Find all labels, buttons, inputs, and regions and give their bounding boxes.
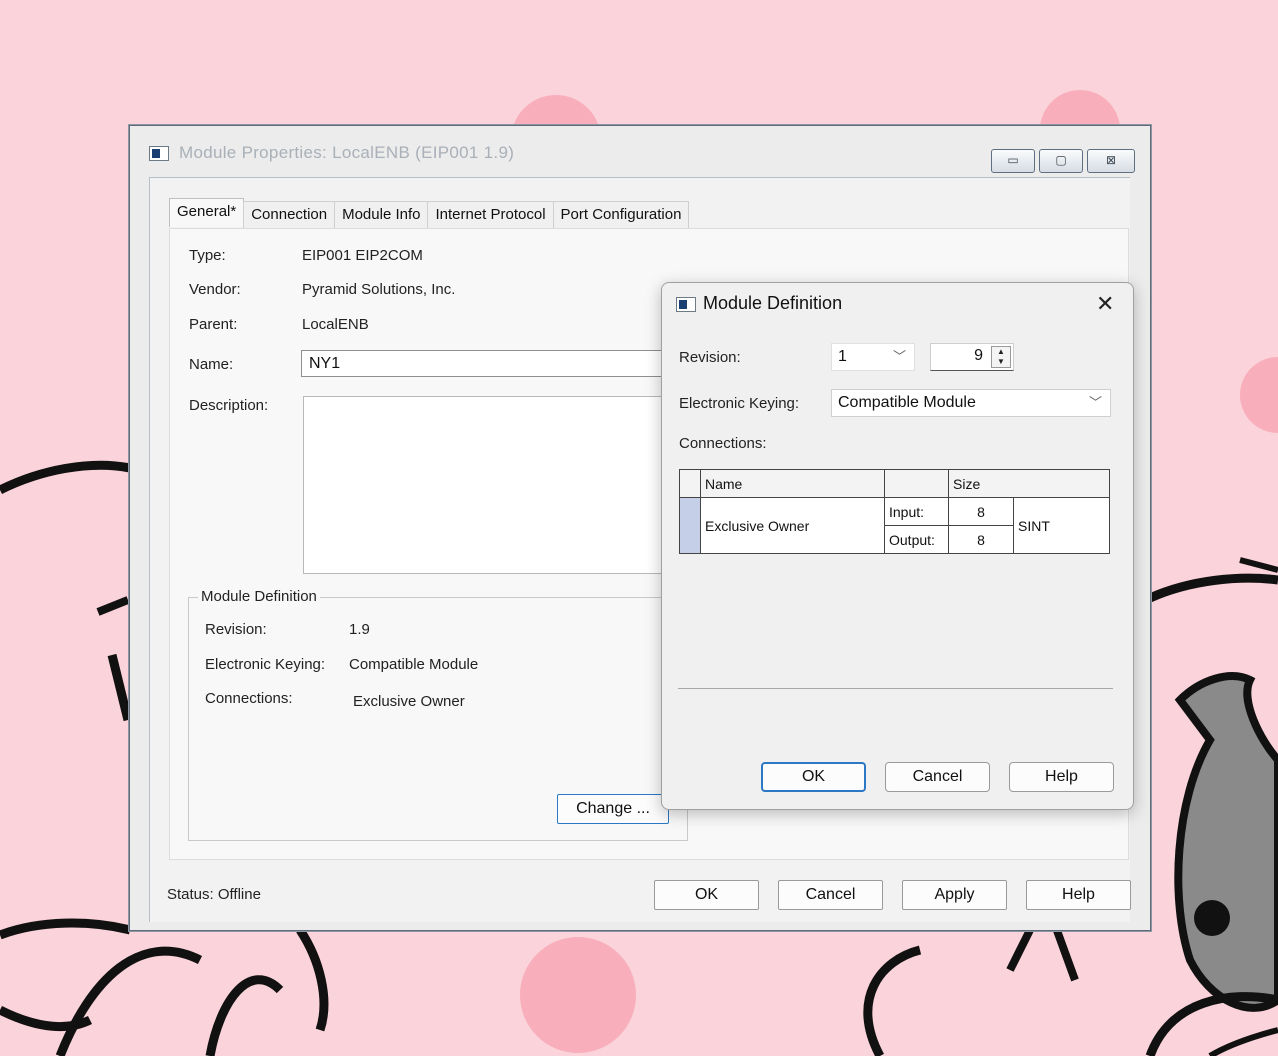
close-window-button[interactable]: ⊠: [1087, 149, 1135, 173]
cancel-button[interactable]: Cancel: [778, 880, 883, 910]
column-header-name: Name: [700, 469, 885, 498]
apply-button[interactable]: Apply: [902, 880, 1007, 910]
input-label-cell: Input:: [884, 497, 949, 526]
maximize-button[interactable]: ▢: [1039, 149, 1083, 173]
tab-internet-protocol[interactable]: Internet Protocol: [427, 201, 554, 228]
revision-minor-value: 9: [974, 347, 983, 364]
md-keying-label: Electronic Keying:: [205, 656, 326, 673]
output-label-cell: Output:: [884, 525, 949, 554]
dialog-keying-label: Electronic Keying:: [679, 395, 800, 412]
md-revision-label: Revision:: [205, 621, 267, 638]
vendor-value: Pyramid Solutions, Inc.: [302, 281, 456, 298]
chevron-down-icon: ﹀: [892, 349, 906, 364]
change-button[interactable]: Change ...: [557, 794, 669, 824]
revision-minor-spinner[interactable]: 9 ▲ ▼: [930, 343, 1014, 371]
dialog-separator: [678, 688, 1113, 689]
dialog-close-icon[interactable]: ✕: [1096, 291, 1114, 317]
help-button[interactable]: Help: [1026, 880, 1131, 910]
chevron-down-icon: ﹀: [1088, 395, 1102, 410]
data-type-cell[interactable]: SINT: [1013, 497, 1110, 554]
spinner-buttons[interactable]: ▲ ▼: [991, 346, 1011, 368]
tab-module-info[interactable]: Module Info: [334, 201, 429, 228]
md-revision-value: 1.9: [349, 621, 370, 638]
type-value: EIP001 EIP2COM: [302, 247, 423, 264]
column-header-size: Size: [948, 469, 1110, 498]
window-app-icon: [149, 146, 169, 161]
dialog-app-icon: [676, 297, 696, 312]
spin-up-icon[interactable]: ▲: [992, 347, 1010, 357]
output-size-cell[interactable]: 8: [948, 525, 1014, 554]
tab-strip: General* Connection Module Info Internet…: [169, 198, 690, 229]
connection-name-cell[interactable]: Exclusive Owner: [700, 497, 885, 554]
md-keying-value: Compatible Module: [349, 656, 479, 673]
spin-down-icon[interactable]: ▼: [992, 357, 1010, 367]
dialog-ok-button[interactable]: OK: [761, 762, 866, 792]
revision-major-value: 1: [838, 348, 847, 365]
status-text: Status: Offline: [167, 886, 261, 903]
dialog-title: Module Definition: [703, 293, 843, 313]
vendor-label: Vendor:: [189, 281, 241, 298]
tab-port-configuration[interactable]: Port Configuration: [552, 201, 690, 228]
parent-label: Parent:: [189, 316, 238, 333]
tab-general[interactable]: General*: [169, 198, 245, 227]
ok-button[interactable]: OK: [654, 880, 759, 910]
keying-value: Compatible Module: [838, 394, 976, 411]
md-connections-value: Exclusive Owner: [353, 693, 465, 710]
input-size-cell[interactable]: 8: [948, 497, 1014, 526]
dialog-help-button[interactable]: Help: [1009, 762, 1114, 792]
module-definition-dialog: Module Definition ✕ Revision: 1 ﹀ 9 ▲ ▼ …: [661, 282, 1134, 810]
description-label: Description:: [189, 397, 269, 414]
parent-value: LocalENB: [302, 316, 369, 333]
type-label: Type:: [189, 247, 226, 264]
name-label: Name:: [189, 356, 234, 373]
electronic-keying-dropdown[interactable]: Compatible Module ﹀: [831, 389, 1111, 417]
module-definition-group-title: Module Definition: [198, 588, 320, 605]
column-header-blank: [884, 469, 949, 498]
minimize-button[interactable]: ▭: [991, 149, 1035, 173]
row-header-corner: [679, 469, 701, 498]
revision-major-dropdown[interactable]: 1 ﹀: [831, 343, 915, 371]
dialog-connections-label: Connections:: [679, 435, 767, 452]
md-connections-label: Connections:: [205, 690, 293, 707]
tab-connection[interactable]: Connection: [243, 201, 336, 228]
connections-table: Name Size Exclusive Owner Input: 8 SINT …: [679, 469, 1110, 554]
dialog-cancel-button[interactable]: Cancel: [885, 762, 990, 792]
row-selector[interactable]: [679, 497, 701, 554]
dialog-revision-label: Revision:: [679, 349, 741, 366]
window-title: Module Properties: LocalENB (EIP001 1.9): [179, 143, 515, 162]
